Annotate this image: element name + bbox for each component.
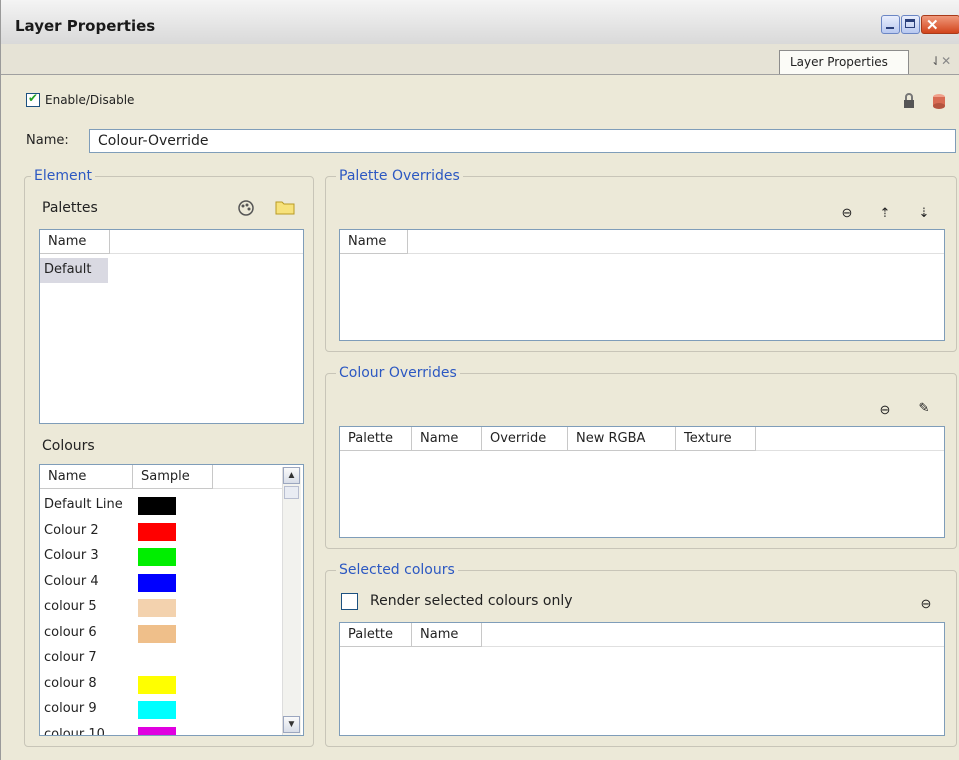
colour-name: Colour 2 bbox=[44, 522, 99, 538]
chevron-down-icon: ▼ bbox=[286, 719, 297, 730]
colour-overrides-texture-header[interactable]: Texture bbox=[676, 427, 756, 451]
colour-overrides-list[interactable]: Palette Name Override New RGBA Texture bbox=[339, 426, 945, 538]
move-up-icon[interactable]: ⇡ bbox=[877, 205, 893, 221]
move-down-icon[interactable]: ⇣ bbox=[916, 205, 932, 221]
colour-sample-swatch bbox=[138, 650, 176, 668]
enable-disable-checkbox[interactable] bbox=[26, 91, 40, 107]
colour-name: colour 9 bbox=[44, 701, 97, 716]
list-item[interactable]: colour 7 bbox=[40, 646, 280, 671]
lock-icon[interactable] bbox=[901, 93, 917, 109]
tab-close-icon[interactable]: ✕ bbox=[941, 54, 951, 68]
layer-colour-icon[interactable] bbox=[931, 93, 947, 109]
list-item[interactable]: colour 5 bbox=[40, 595, 280, 620]
render-selected-only-checkbox[interactable] bbox=[341, 593, 358, 610]
colours-scrollbar[interactable]: ▲ ▼ bbox=[282, 467, 301, 735]
selected-colours-list[interactable]: Palette Name bbox=[339, 622, 945, 736]
list-item[interactable]: Default bbox=[40, 258, 108, 283]
list-item[interactable]: Default Line bbox=[40, 493, 280, 518]
colours-name-header[interactable]: Name bbox=[40, 465, 133, 489]
chevron-up-icon: ▲ bbox=[286, 470, 297, 481]
selected-colours-name-header[interactable]: Name bbox=[412, 623, 482, 647]
colour-name: Colour 4 bbox=[44, 573, 99, 589]
palette-name: Default bbox=[44, 262, 92, 277]
colour-sample-swatch bbox=[138, 599, 176, 617]
colour-overrides-title: Colour Overrides bbox=[336, 365, 460, 381]
colour-sample-swatch bbox=[138, 497, 176, 515]
scroll-thumb[interactable] bbox=[284, 486, 299, 499]
colour-overrides-rgba-header[interactable]: New RGBA bbox=[568, 427, 676, 451]
title-bar[interactable]: Layer Properties ✕ bbox=[1, 0, 959, 45]
colour-sample-swatch bbox=[138, 573, 176, 592]
list-item[interactable]: colour 6 bbox=[40, 621, 280, 646]
remove-colour-override-icon[interactable]: ⊖ bbox=[877, 402, 893, 418]
colour-sample-swatch bbox=[138, 701, 176, 719]
list-item[interactable]: colour 10 bbox=[40, 723, 280, 736]
palette-overrides-title: Palette Overrides bbox=[336, 168, 463, 184]
selected-colours-palette-header[interactable]: Palette bbox=[340, 623, 412, 647]
window-title: Layer Properties bbox=[15, 17, 156, 35]
render-selected-only-label: Render selected colours only bbox=[370, 593, 573, 609]
maximize-button[interactable] bbox=[901, 15, 920, 34]
colour-overrides-palette-header[interactable]: Palette bbox=[340, 427, 412, 451]
list-item[interactable]: colour 9 bbox=[40, 697, 280, 722]
scroll-up-button[interactable]: ▲ bbox=[283, 467, 300, 484]
name-label: Name: bbox=[26, 133, 69, 148]
tab-tools: ⇃✕ bbox=[931, 54, 951, 68]
colour-sample-swatch bbox=[138, 522, 176, 541]
palettes-list[interactable]: Name Default bbox=[39, 229, 304, 424]
remove-override-icon[interactable]: ⊖ bbox=[839, 205, 855, 221]
colours-header-fill bbox=[213, 465, 282, 489]
palette-overrides-name-header[interactable]: Name bbox=[340, 230, 408, 254]
colour-name: colour 8 bbox=[44, 675, 97, 691]
colour-name: colour 10 bbox=[44, 726, 105, 736]
remove-selected-icon[interactable]: ⊖ bbox=[918, 596, 934, 612]
edit-override-icon[interactable]: ✎ bbox=[916, 400, 932, 416]
element-group-title: Element bbox=[31, 168, 95, 184]
list-item[interactable]: Colour 2 bbox=[40, 519, 280, 544]
palettes-header-fill bbox=[110, 230, 303, 254]
colour-sample-swatch bbox=[138, 548, 176, 566]
colour-overrides-header-fill bbox=[756, 427, 944, 451]
selected-colours-title: Selected colours bbox=[336, 562, 458, 578]
colour-sample-swatch bbox=[138, 624, 176, 643]
palette-overrides-list[interactable]: Name bbox=[339, 229, 945, 341]
colour-name: Colour 3 bbox=[44, 548, 99, 563]
list-item[interactable]: colour 8 bbox=[40, 672, 280, 697]
dock-arrow-icon[interactable]: ⇃ bbox=[931, 54, 941, 68]
colour-sample-swatch bbox=[138, 726, 176, 735]
palettes-label: Palettes bbox=[42, 200, 98, 216]
layer-name-input[interactable]: Colour-Override bbox=[89, 129, 956, 153]
scroll-down-button[interactable]: ▼ bbox=[283, 716, 300, 733]
colour-name: colour 7 bbox=[44, 650, 97, 665]
colours-label: Colours bbox=[42, 438, 95, 454]
close-button[interactable]: ✕ bbox=[921, 15, 959, 34]
colour-name: colour 5 bbox=[44, 599, 97, 614]
enable-disable-label: Enable/Disable bbox=[45, 93, 135, 107]
palette-overrides-header-fill bbox=[408, 230, 944, 254]
colour-overrides-name-header[interactable]: Name bbox=[412, 427, 482, 451]
list-item[interactable]: Colour 3 bbox=[40, 544, 280, 569]
tab-layer-properties[interactable]: Layer Properties bbox=[779, 50, 909, 74]
colour-name: Default Line bbox=[44, 497, 123, 512]
colour-overrides-override-header[interactable]: Override bbox=[482, 427, 568, 451]
colours-list[interactable]: Name Sample Default Line Colour 2 Colour 3… bbox=[39, 464, 304, 736]
list-item[interactable]: Colour 4 bbox=[40, 570, 280, 595]
folder-icon[interactable] bbox=[275, 199, 295, 217]
palette-browser-icon[interactable] bbox=[237, 199, 255, 217]
palettes-name-header[interactable]: Name bbox=[40, 230, 110, 254]
colour-sample-swatch bbox=[138, 675, 176, 694]
layer-properties-window: Layer Properties ✕ Layer Properties ⇃✕ E… bbox=[0, 0, 959, 760]
colour-name: colour 6 bbox=[44, 624, 97, 640]
selected-colours-header-fill bbox=[482, 623, 944, 647]
tab-strip: Layer Properties ⇃✕ bbox=[1, 44, 959, 75]
colours-sample-header[interactable]: Sample bbox=[133, 465, 213, 489]
close-icon: ✕ bbox=[926, 17, 939, 34]
minimize-button[interactable] bbox=[881, 15, 900, 34]
